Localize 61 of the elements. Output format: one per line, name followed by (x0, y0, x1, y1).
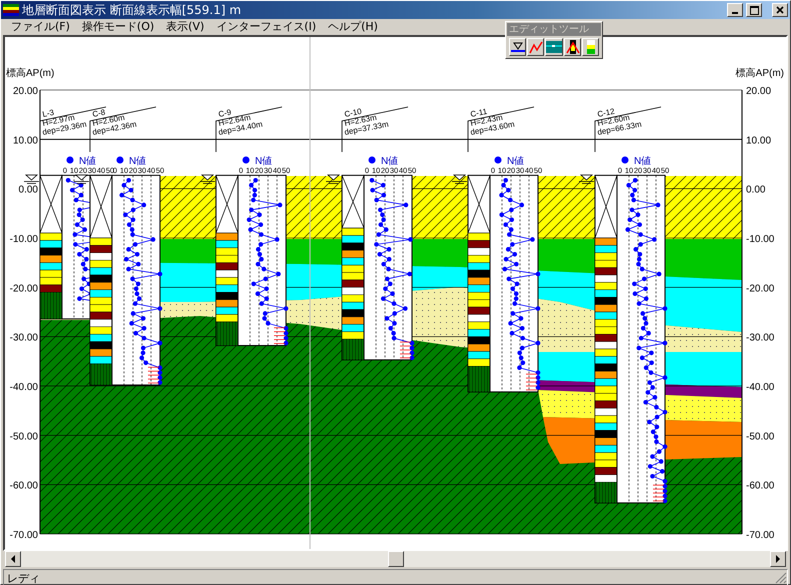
n-value-legend: N値 (129, 156, 146, 167)
axis-tick-label: -60.00 (10, 480, 38, 492)
axis-tick-label: 20.00 (12, 86, 38, 97)
n-value-legend: N値 (634, 156, 652, 167)
axis-tick-label: -60.00 (746, 480, 774, 492)
axis-tick-label: -20.00 (746, 283, 774, 294)
axis-tick-label: -10.00 (10, 234, 38, 245)
menu-item[interactable]: 表示(V) (160, 19, 210, 34)
status-text: レディ (7, 570, 41, 585)
left-arrow-icon (10, 555, 16, 563)
scrollbar-thumb[interactable] (388, 551, 404, 567)
scroll-right-button[interactable] (770, 551, 786, 567)
borehole-name: C-9 (218, 108, 232, 119)
n-value-legend: N値 (79, 156, 96, 167)
column-icon (566, 40, 580, 54)
borehole-name: L-3 (42, 108, 55, 119)
column-tool-button[interactable] (564, 38, 581, 56)
window-title: 地層断面図表示 断面線表示幅[559.1] m (22, 2, 242, 18)
axis-tick-label: -30.00 (10, 332, 38, 344)
menu-item[interactable]: ファイル(F) (5, 19, 76, 34)
axis-tick-label: 0.00 (18, 184, 38, 196)
line-tool-button[interactable] (527, 38, 544, 56)
strata-tool-button[interactable] (582, 38, 599, 56)
zigzag-line-icon (528, 40, 542, 54)
axis-tick-label: -40.00 (10, 382, 38, 393)
palette-title: エディットツール (507, 23, 601, 36)
minimize-button[interactable] (727, 3, 743, 17)
layer-icon (546, 41, 562, 53)
axis-tick-label: -70.00 (746, 530, 774, 541)
maximize-icon (750, 6, 758, 14)
right-arrow-icon (775, 555, 781, 563)
n-value-legend: N値 (381, 156, 398, 167)
axis-tick-label: 10.00 (12, 135, 38, 146)
menu-item[interactable]: 操作モード(O) (76, 19, 160, 34)
scroll-left-button[interactable] (5, 551, 21, 567)
axis-tick-label: -40.00 (746, 382, 774, 393)
menu-item[interactable]: ヘルプ(H) (322, 19, 384, 34)
axis-tick-label: 20.00 (746, 86, 772, 97)
axis-title: 標高AP(m) (736, 68, 784, 79)
app-icon (3, 4, 19, 16)
menu-item[interactable]: インターフェイス(I) (210, 19, 322, 34)
maximize-button[interactable] (746, 3, 762, 17)
axis-title: 標高AP(m) (6, 68, 54, 79)
borehole-name: C-8 (92, 108, 106, 119)
axis-tick-label: 0.00 (746, 184, 766, 196)
axis-tick-label: -20.00 (10, 283, 38, 294)
axis-tick-label: -30.00 (746, 332, 774, 344)
n-value-legend: N値 (255, 156, 272, 167)
axis-tick-label: -10.00 (746, 234, 774, 245)
axis-tick-label: -70.00 (10, 530, 38, 541)
triangle-icon (510, 41, 524, 53)
layer-tool-button[interactable] (545, 38, 563, 56)
borehole-name: C-11 (470, 106, 488, 119)
axis-tick-label: 10.00 (746, 135, 772, 146)
n-value-legend: N値 (507, 156, 524, 167)
strata-column-icon (586, 40, 594, 54)
water-level-tool-button[interactable] (509, 38, 526, 56)
axis-tick-label: -50.00 (10, 431, 38, 442)
axis-tick-label: -50.00 (746, 431, 774, 442)
close-icon (776, 6, 784, 14)
close-button[interactable] (772, 3, 788, 17)
